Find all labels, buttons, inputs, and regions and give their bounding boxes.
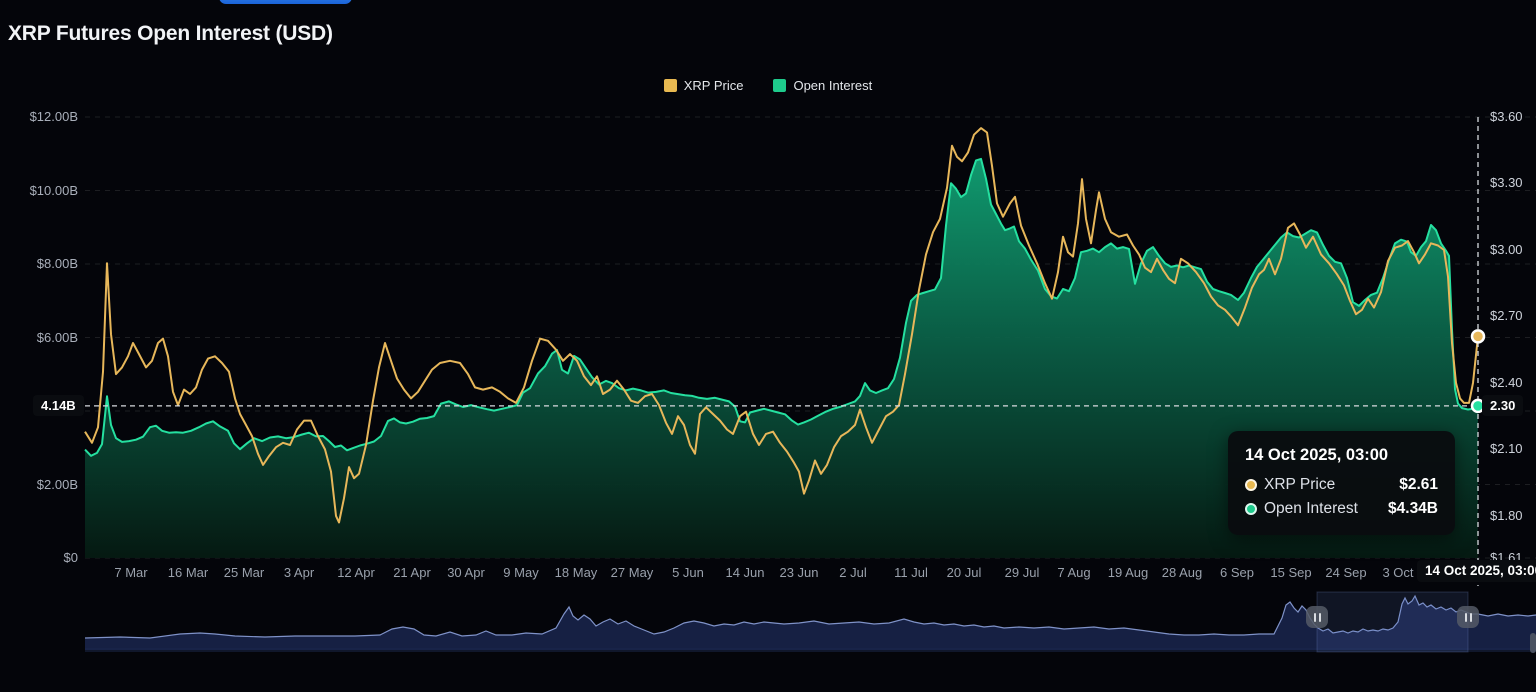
price-open-interest-chart[interactable] — [0, 0, 1536, 692]
tooltip-timestamp: 14 Oct 2025, 03:00 — [1245, 446, 1389, 464]
xrp-futures-open-interest-page: XRP Futures Open Interest (USD) XRP Pric… — [0, 0, 1536, 692]
tooltip-label-xrp-price: XRP Price — [1264, 476, 1336, 493]
xrp-price-dot-icon — [1245, 479, 1257, 491]
y-axis-left-label: $0 — [63, 550, 78, 565]
navigator-selection[interactable] — [1316, 591, 1469, 653]
tooltip-label-open-interest: Open Interest — [1264, 500, 1358, 517]
y-axis-left-label: $10.00B — [29, 183, 78, 198]
price-axis-crosshair-badge: 2.30 — [1482, 395, 1524, 416]
chart-tooltip: 14 Oct 2025, 03:00 XRP Price $2.61 Open … — [1228, 431, 1455, 535]
y-axis-left-label: $12.00B — [29, 109, 78, 124]
y-axis-right-label: $2.40 — [1490, 375, 1523, 390]
y-axis-right-label: $3.60 — [1490, 109, 1523, 124]
open-interest-crosshair-badge: 4.14B — [33, 395, 84, 416]
y-axis-left-label: $6.00B — [36, 330, 78, 345]
y-axis-left-label: $2.00B — [36, 477, 78, 492]
y-axis-right-label: $2.70 — [1490, 308, 1523, 323]
navigator-left-handle[interactable] — [1306, 606, 1328, 628]
crosshair-date-badge: 14 Oct 2025, 03:00 — [1417, 560, 1536, 582]
y-axis-right-label: $3.30 — [1490, 175, 1523, 190]
tooltip-value-open-interest: $4.34B — [1388, 500, 1438, 517]
y-axis-left-label: $8.00B — [36, 256, 78, 271]
navigator-right-handle[interactable] — [1457, 606, 1479, 628]
page-scrollbar-thumb[interactable] — [1530, 633, 1536, 653]
tooltip-value-xrp-price: $2.61 — [1399, 476, 1438, 493]
y-axis-right-label: $2.10 — [1490, 441, 1523, 456]
y-axis-right-label: $3.00 — [1490, 242, 1523, 257]
open-interest-dot-icon — [1245, 503, 1257, 515]
y-axis-right-label: $1.80 — [1490, 508, 1523, 523]
tooltip-row-open-interest: Open Interest $4.34B — [1245, 500, 1438, 518]
tooltip-row-xrp-price: XRP Price $2.61 — [1245, 476, 1438, 494]
xrp-price-last-marker — [1470, 329, 1486, 344]
